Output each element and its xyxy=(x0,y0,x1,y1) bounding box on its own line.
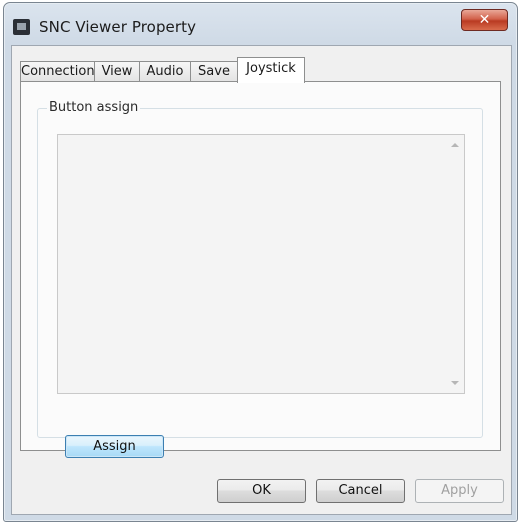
apply-button: Apply xyxy=(415,479,504,503)
tab-view[interactable]: View xyxy=(94,61,140,82)
scroll-down-arrow-icon[interactable] xyxy=(451,381,459,385)
camera-app-icon xyxy=(13,19,30,35)
tab-joystick[interactable]: Joystick xyxy=(237,57,305,83)
title-bar[interactable]: SNC Viewer Property ✕ xyxy=(4,3,517,47)
joystick-tab-panel: Button assign xyxy=(20,81,501,451)
tab-connection[interactable]: Connection xyxy=(20,61,95,82)
list-scrollbar[interactable] xyxy=(447,135,464,393)
tab-audio[interactable]: Audio xyxy=(139,61,191,82)
close-icon: ✕ xyxy=(478,12,491,28)
properties-dialog: SNC Viewer Property ✕ Connection View Au… xyxy=(3,2,518,522)
close-button[interactable]: ✕ xyxy=(461,9,508,31)
window-title: SNC Viewer Property xyxy=(39,18,197,36)
button-assign-label: Button assign xyxy=(47,100,141,115)
cancel-button[interactable]: Cancel xyxy=(316,479,405,503)
button-assign-list[interactable] xyxy=(57,134,465,394)
tab-save[interactable]: Save xyxy=(190,61,238,82)
scroll-up-arrow-icon[interactable] xyxy=(451,143,459,147)
dialog-client-area: Connection View Audio Save Joystick Butt… xyxy=(11,45,512,515)
assign-button[interactable]: Assign xyxy=(65,435,164,458)
ok-button[interactable]: OK xyxy=(217,479,306,503)
